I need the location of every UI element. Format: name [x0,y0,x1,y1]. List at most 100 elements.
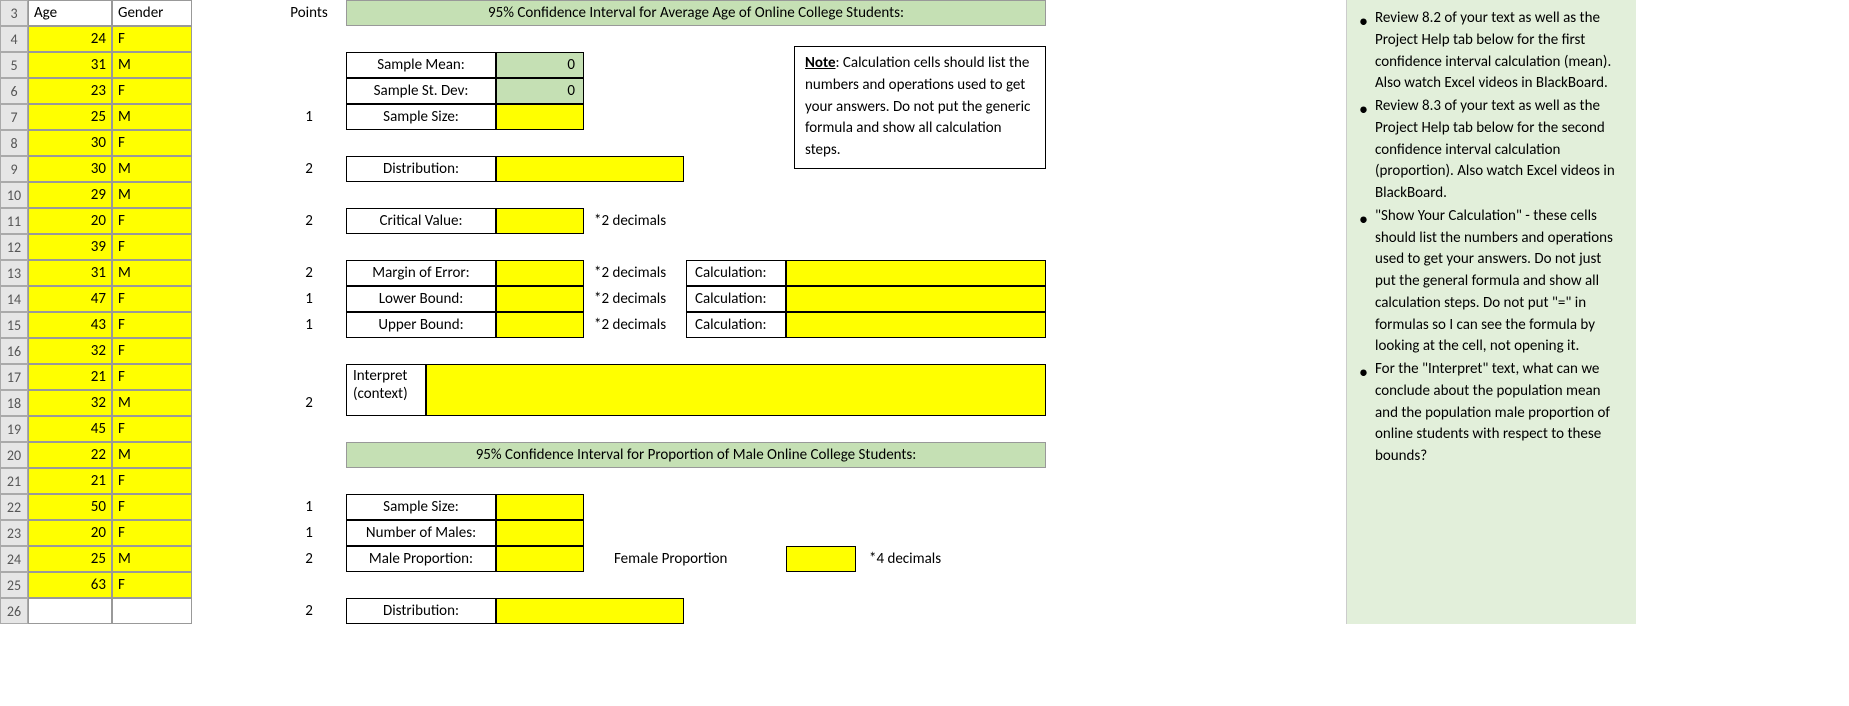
points-cell[interactable] [272,364,346,390]
row-header[interactable]: 24 [0,546,28,572]
row-header[interactable]: 18 [0,390,28,416]
gender-cell[interactable]: M [112,546,192,572]
row-header[interactable]: 15 [0,312,28,338]
gender-cell[interactable] [112,598,192,624]
age-cell[interactable]: 31 [28,52,112,78]
points-cell[interactable] [272,416,346,442]
age-cell[interactable]: 22 [28,442,112,468]
row-header[interactable]: 5 [0,52,28,78]
lb-cell[interactable] [496,286,584,312]
row-header[interactable]: 4 [0,26,28,52]
row-header[interactable]: 20 [0,442,28,468]
age-cell[interactable]: 31 [28,260,112,286]
distribution-cell[interactable] [496,156,684,182]
points-cell[interactable]: 2 [272,208,346,234]
moe-calc-cell[interactable] [786,260,1046,286]
males-cell[interactable] [496,520,584,546]
row-header[interactable]: 14 [0,286,28,312]
row-header[interactable]: 7 [0,104,28,130]
row-header[interactable]: 17 [0,364,28,390]
points-cell[interactable] [272,468,346,494]
sample-mean-cell[interactable]: 0 [496,52,584,78]
gender-cell[interactable]: F [112,234,192,260]
row-header[interactable]: 8 [0,130,28,156]
row-header[interactable]: 23 [0,520,28,546]
age-cell[interactable]: 25 [28,104,112,130]
points-cell[interactable] [272,182,346,208]
gender-cell[interactable]: M [112,182,192,208]
points-cell[interactable]: 2 [272,546,346,572]
critical-value-cell[interactable] [496,208,584,234]
points-cell[interactable] [272,26,346,52]
gender-cell[interactable]: M [112,390,192,416]
row-header[interactable]: 12 [0,234,28,260]
gender-cell[interactable]: F [112,26,192,52]
age-cell[interactable]: 63 [28,572,112,598]
age-header[interactable]: Age [28,0,112,26]
points-cell[interactable]: 1 [272,494,346,520]
age-cell[interactable]: 30 [28,130,112,156]
gender-cell[interactable]: F [112,572,192,598]
gender-cell[interactable]: M [112,52,192,78]
points-cell[interactable] [272,234,346,260]
row-header[interactable]: 13 [0,260,28,286]
age-cell[interactable]: 23 [28,78,112,104]
gender-cell[interactable]: F [112,286,192,312]
age-cell[interactable]: 20 [28,520,112,546]
lb-calc-cell[interactable] [786,286,1046,312]
points-cell[interactable]: 1 [272,520,346,546]
row-header[interactable]: 26 [0,598,28,624]
gender-cell[interactable]: M [112,260,192,286]
size2-cell[interactable] [496,494,584,520]
points-cell[interactable] [272,338,346,364]
moe-cell[interactable] [496,260,584,286]
age-cell[interactable]: 21 [28,468,112,494]
ub-calc-cell[interactable] [786,312,1046,338]
age-cell[interactable]: 39 [28,234,112,260]
age-cell[interactable]: 29 [28,182,112,208]
gender-header[interactable]: Gender [112,0,192,26]
row-header[interactable]: 22 [0,494,28,520]
gender-cell[interactable]: M [112,104,192,130]
gender-cell[interactable]: M [112,442,192,468]
age-cell[interactable]: 32 [28,338,112,364]
gender-cell[interactable]: F [112,78,192,104]
row-header[interactable]: 10 [0,182,28,208]
points-cell[interactable]: 2 [272,598,346,624]
points-cell[interactable] [272,130,346,156]
age-cell[interactable] [28,598,112,624]
gender-cell[interactable]: F [112,208,192,234]
age-cell[interactable]: 45 [28,416,112,442]
dist2-cell[interactable] [496,598,684,624]
sample-std-cell[interactable]: 0 [496,78,584,104]
points-cell[interactable] [272,572,346,598]
row-header[interactable]: 9 [0,156,28,182]
gender-cell[interactable]: F [112,312,192,338]
fprop-cell[interactable] [786,546,856,572]
points-cell[interactable] [272,78,346,104]
row-header[interactable]: 16 [0,338,28,364]
row-header[interactable]: 6 [0,78,28,104]
age-cell[interactable]: 43 [28,312,112,338]
points-cell[interactable]: 2 [272,390,346,416]
row-header[interactable]: 19 [0,416,28,442]
gender-cell[interactable]: F [112,494,192,520]
points-cell[interactable] [272,442,346,468]
gender-cell[interactable]: F [112,416,192,442]
points-cell[interactable]: 2 [272,156,346,182]
age-cell[interactable]: 25 [28,546,112,572]
interpret-cell[interactable] [426,364,1046,416]
points-cell[interactable] [272,52,346,78]
age-cell[interactable]: 47 [28,286,112,312]
row-header[interactable]: 21 [0,468,28,494]
mprop-cell[interactable] [496,546,584,572]
points-cell[interactable]: 1 [272,104,346,130]
gender-cell[interactable]: F [112,468,192,494]
sample-size-cell[interactable] [496,104,584,130]
points-cell[interactable]: 2 [272,260,346,286]
row-header[interactable]: 25 [0,572,28,598]
age-cell[interactable]: 30 [28,156,112,182]
points-header[interactable]: Points [272,0,346,26]
age-cell[interactable]: 21 [28,364,112,390]
gender-cell[interactable]: M [112,156,192,182]
